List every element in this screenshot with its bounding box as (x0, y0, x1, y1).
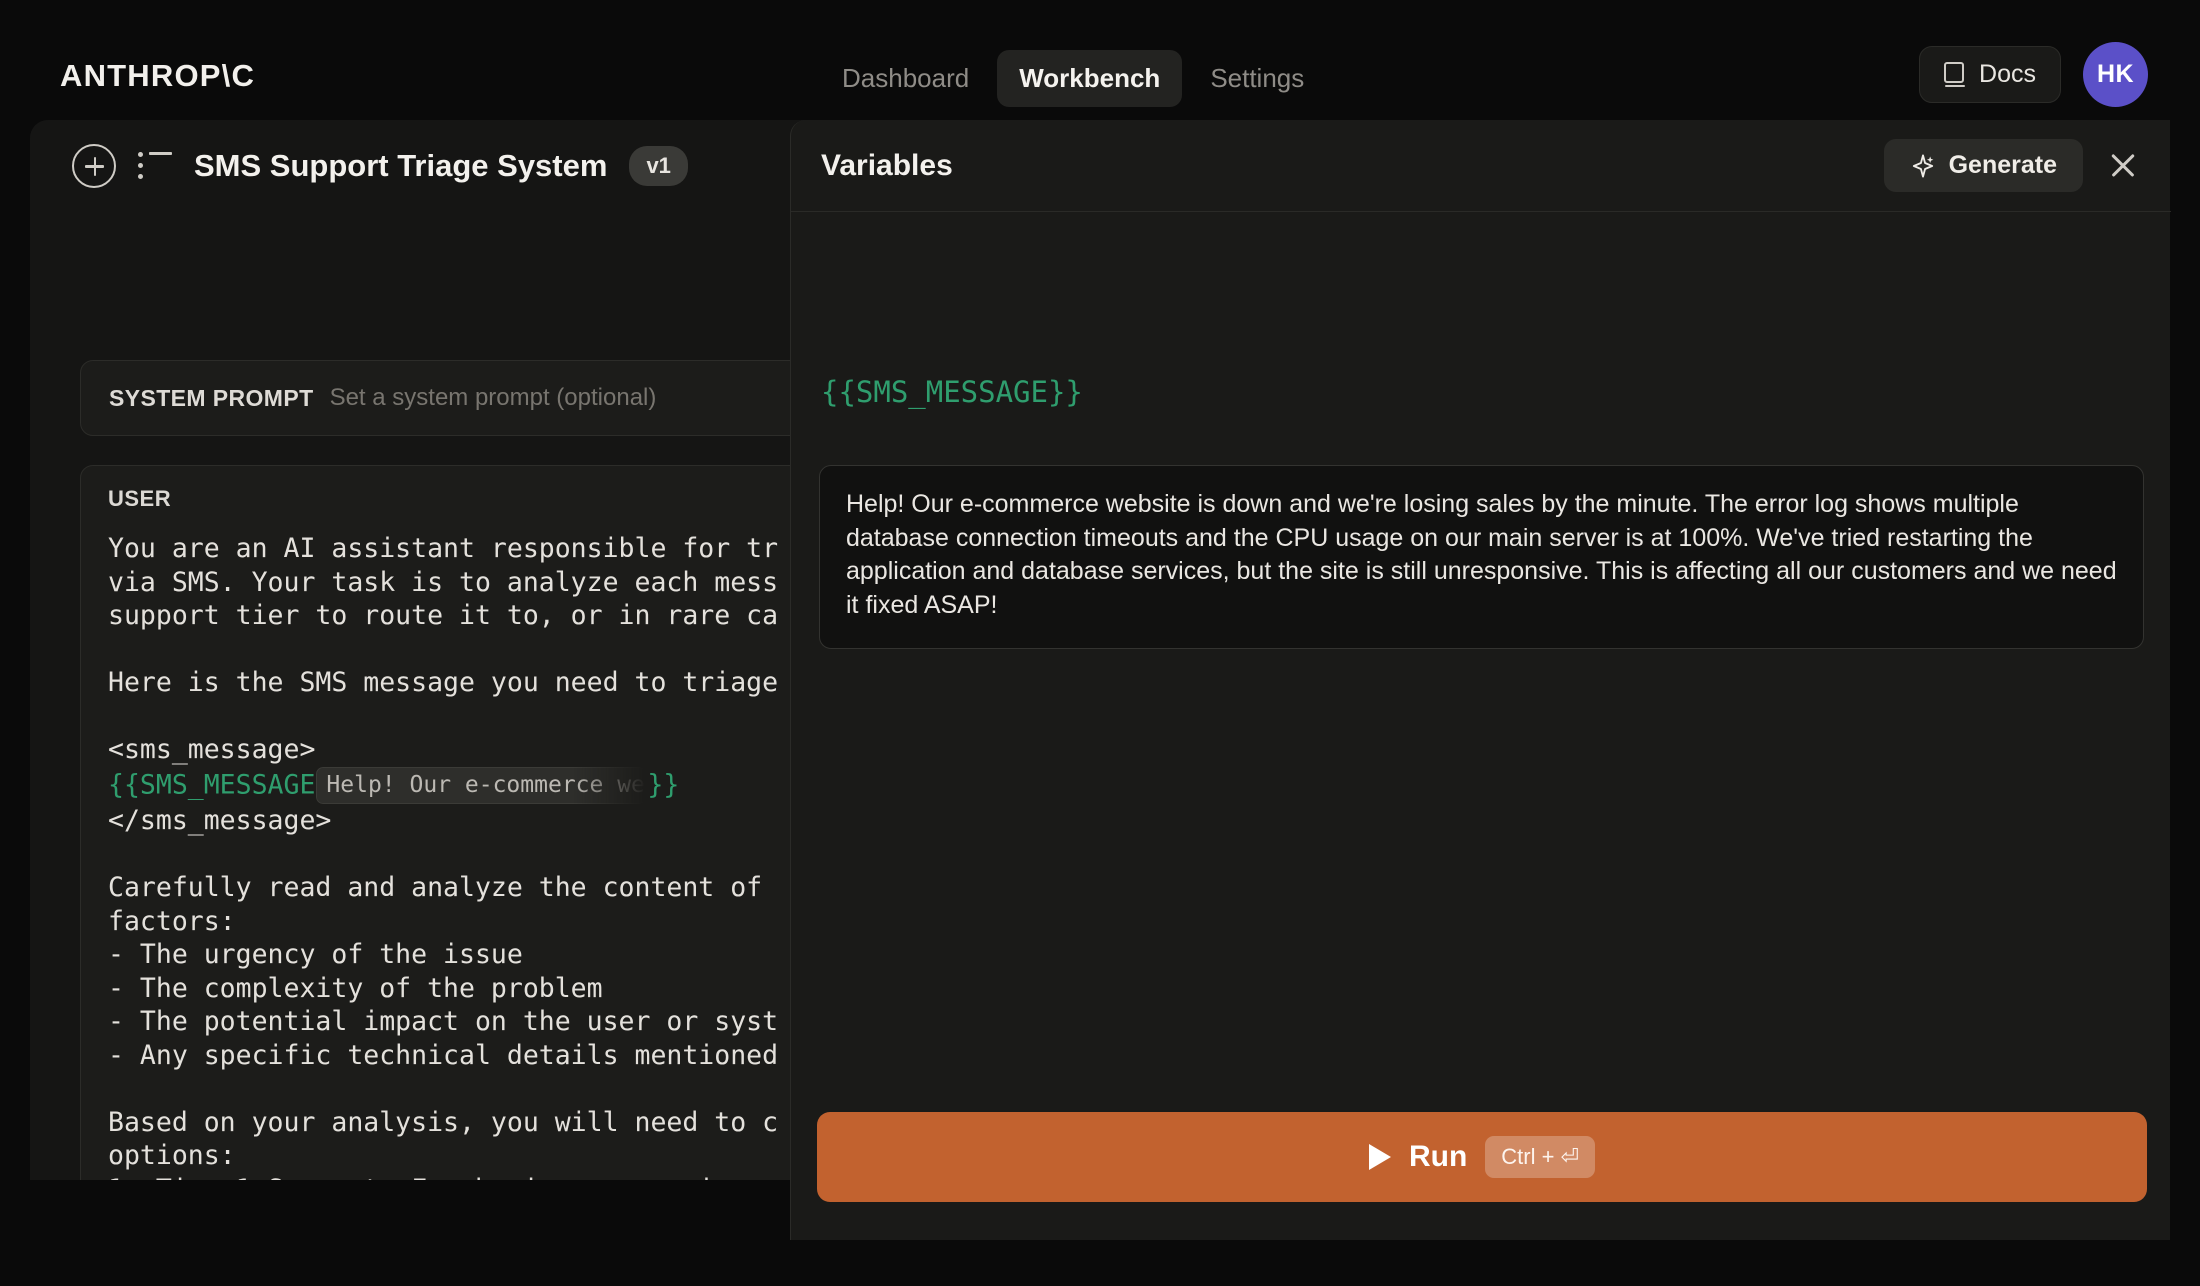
variable-token-open[interactable]: {{SMS_MESSAGE (108, 769, 315, 800)
list-icon (138, 152, 172, 180)
user-message-block[interactable]: USER You are an AI assistant responsible… (80, 465, 870, 1180)
prompt-line: - The complexity of the problem (108, 972, 603, 1004)
nav-item-workbench[interactable]: Workbench (997, 50, 1183, 107)
docs-button-label: Docs (1979, 60, 2036, 88)
prompt-line: </sms_message> (108, 805, 332, 836)
nav-item-dashboard[interactable]: Dashboard (820, 50, 991, 107)
prompt-line: Here is the SMS message you need to tria… (108, 667, 779, 698)
docs-button[interactable]: Docs (1919, 46, 2061, 103)
close-icon[interactable] (2105, 148, 2141, 184)
system-prompt-label: SYSTEM PROMPT (109, 384, 314, 411)
prompt-line: via SMS. Your task is to analyze each me… (108, 566, 779, 598)
top-right-controls: Docs HK (1919, 42, 2148, 107)
new-prompt-button[interactable] (72, 144, 116, 188)
main-nav: Dashboard Workbench Settings (820, 50, 1326, 107)
plus-circle-icon (72, 144, 116, 188)
run-shortcut-badge: Ctrl + ⏎ (1485, 1136, 1596, 1178)
prompt-line: - The urgency of the issue (108, 939, 523, 970)
system-prompt-field[interactable]: SYSTEM PROMPT Set a system prompt (optio… (80, 360, 870, 436)
variable-value-input[interactable]: Help! Our e-commerce website is down and… (819, 465, 2144, 649)
anthropic-logo: ANTHROP\C (60, 58, 256, 93)
sparkle-icon (1912, 153, 1934, 178)
variable-inline-preview[interactable]: Help! Our e-commerce web (316, 766, 647, 804)
variables-panel-header: Variables Generate (791, 120, 2171, 212)
version-badge[interactable]: v1 (629, 146, 688, 186)
generate-button[interactable]: Generate (1883, 139, 2083, 192)
top-navigation-bar: ANTHROP\C Dashboard Workbench Settings D… (0, 0, 2200, 122)
nav-item-settings[interactable]: Settings (1188, 50, 1326, 107)
system-prompt-placeholder: Set a system prompt (optional) (329, 384, 657, 411)
run-button-label: Run (1408, 1140, 1468, 1173)
variable-value-text: Help! Our e-commerce website is down and… (846, 490, 2117, 619)
prompt-line: - Any specific technical details mention… (108, 1039, 779, 1071)
prompt-line: options: (108, 1140, 236, 1171)
variables-panel-actions: Generate (1883, 139, 2141, 192)
variables-panel: Variables Generate {{SMS_MESSAGE}} Help!… (790, 120, 2171, 1240)
user-prompt-text[interactable]: You are an AI assistant responsible for … (108, 532, 869, 1181)
prompt-line: You are an AI assistant responsible for … (108, 533, 779, 564)
avatar[interactable]: HK (2083, 42, 2148, 107)
variable-name-label: {{SMS_MESSAGE}} (821, 375, 1083, 409)
prompt-line: - The potential impact on the user or sy… (108, 1006, 779, 1037)
prompt-line: <sms_message> (108, 734, 316, 765)
workbench-app: ANTHROP\C Dashboard Workbench Settings D… (0, 0, 2200, 1286)
prompt-line: 1. Tier 1 Support: For basic, common iss… (108, 1174, 778, 1181)
prompt-line: support tier to route it to, or in rare … (108, 600, 779, 631)
prompt-line: Carefully read and analyze the content o… (108, 872, 763, 903)
prompt-line: Based on your analysis, you will need to… (108, 1106, 779, 1138)
play-icon (1368, 1144, 1391, 1170)
prompt-editor-header: SMS Support Triage System v1 (30, 120, 840, 212)
run-button[interactable]: Run Ctrl + ⏎ (817, 1112, 2147, 1202)
prompt-line: factors: (108, 905, 236, 937)
variable-token-close[interactable]: }} (647, 769, 679, 800)
user-role-label: USER (108, 486, 172, 511)
book-icon (1944, 62, 1966, 87)
prompt-list-button[interactable] (138, 152, 172, 180)
page-title: SMS Support Triage System (194, 148, 608, 183)
variables-panel-title: Variables (821, 148, 953, 182)
generate-button-label: Generate (1948, 151, 2057, 179)
